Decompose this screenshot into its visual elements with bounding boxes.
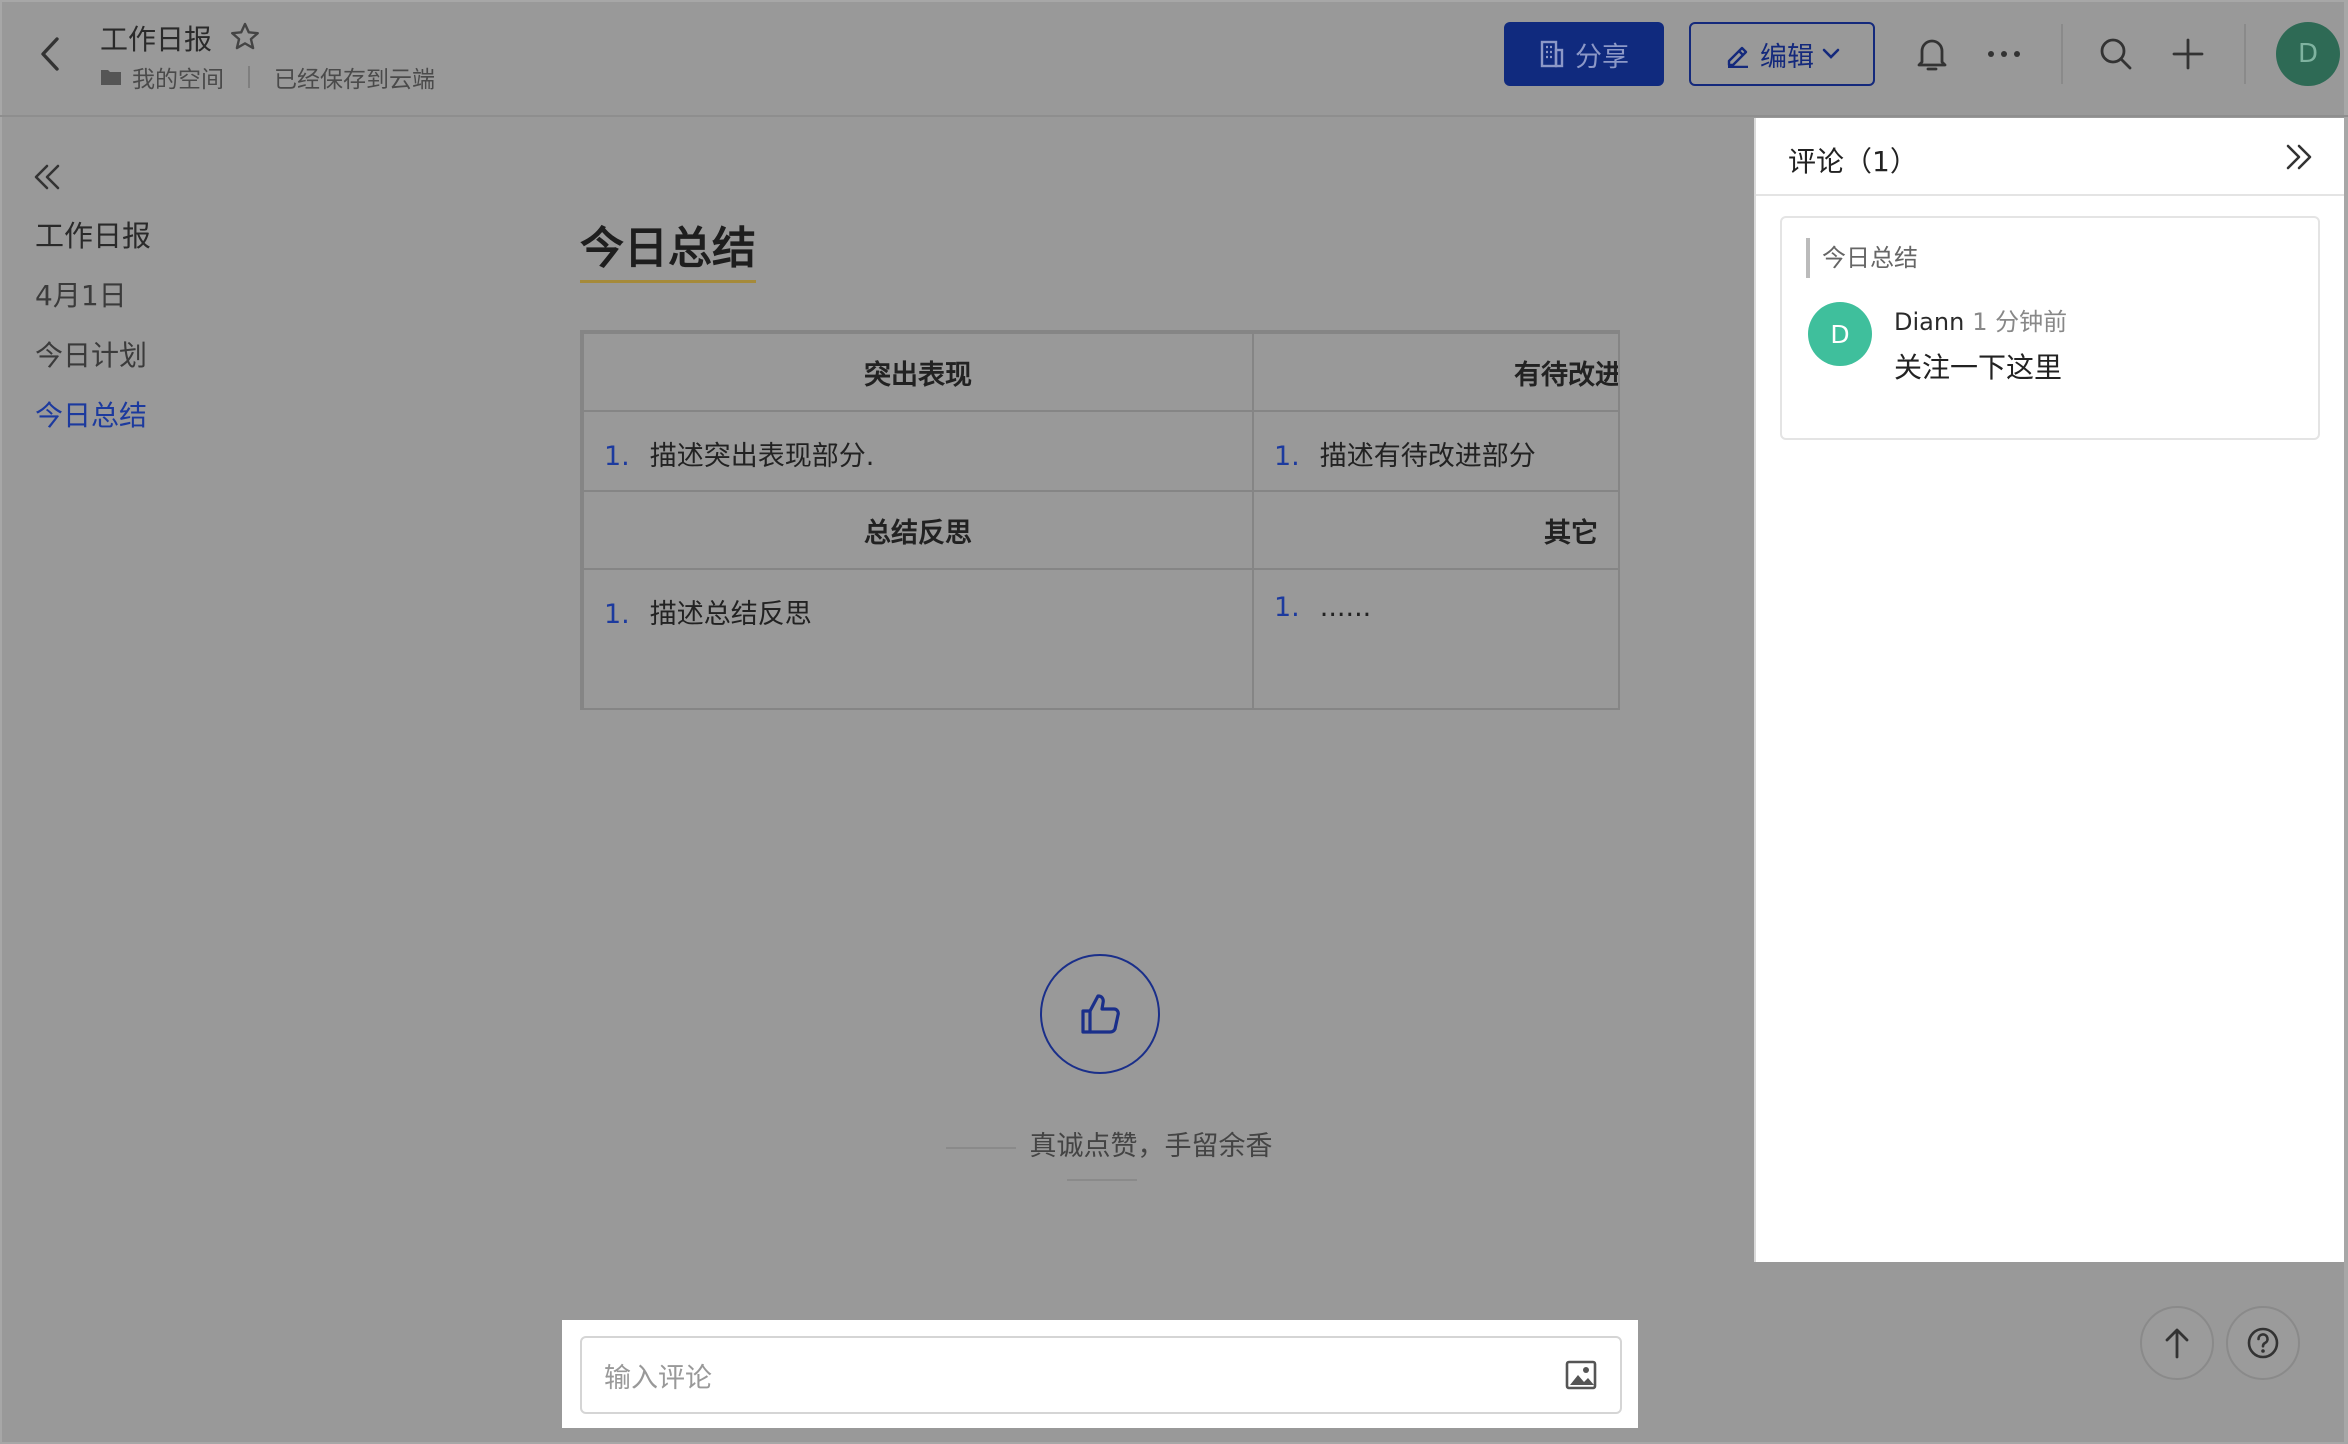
share-label: 分享 <box>1575 41 1629 73</box>
search-icon <box>2100 38 2132 70</box>
table-cell[interactable]: 1. 描述突出表现部分. <box>582 410 1254 492</box>
building-icon <box>1540 40 1564 68</box>
crumb-separator <box>248 66 250 88</box>
help-button[interactable] <box>2226 1306 2300 1380</box>
table-cell[interactable]: 1. 描述有待改进部分 <box>1252 410 1618 492</box>
toolbar-separator <box>2061 24 2063 84</box>
comment-text: 关注一下这里 <box>1894 351 2063 384</box>
collapse-comments-button[interactable] <box>2282 140 2316 174</box>
scroll-top-button[interactable] <box>2140 1306 2214 1380</box>
table-header-cell[interactable]: 其它 <box>1252 490 1618 570</box>
like-caption: 真诚点赞，手留余香 <box>890 1124 1314 1194</box>
comment-bar: 输入评论 <box>562 1320 1638 1428</box>
comment-avatar: D <box>1808 302 1872 366</box>
edit-button[interactable]: 编辑 <box>1689 22 1875 86</box>
notification-button[interactable] <box>1910 32 1954 76</box>
breadcrumb: 我的空间 已经保存到云端 <box>100 60 435 94</box>
section-heading: 今日总结 <box>580 212 756 283</box>
edit-label: 编辑 <box>1760 41 1814 73</box>
comments-panel: 评论（1） 今日总结 D Diann 1 分钟前 关注一下这里 <box>1754 118 2344 1262</box>
chevron-left-icon <box>41 37 59 71</box>
double-chevron-left-icon <box>34 164 60 190</box>
folder-icon <box>101 70 121 85</box>
star-icon <box>231 22 259 50</box>
comment-time: 1 分钟前 <box>1972 308 2068 336</box>
table-header-cell[interactable]: 突出表现 <box>582 332 1254 412</box>
share-button[interactable]: 分享 <box>1504 22 1664 86</box>
like-button[interactable] <box>1040 954 1160 1074</box>
crumb-space-link[interactable]: 我的空间 <box>132 60 224 94</box>
comments-title: 评论（1） <box>1788 145 1918 178</box>
divider <box>1067 1178 1137 1181</box>
plus-icon <box>2172 38 2204 70</box>
table-cell[interactable]: 1....... <box>1252 568 1618 708</box>
search-button[interactable] <box>2094 32 2138 76</box>
comment-card[interactable]: 今日总结 D Diann 1 分钟前 关注一下这里 <box>1780 216 2320 440</box>
back-button[interactable] <box>30 32 70 76</box>
outline-item[interactable]: 今日计划 <box>35 334 151 394</box>
arrow-up-icon <box>2165 1328 2189 1359</box>
document-outline: 工作日报 4月1日 今日计划 今日总结 <box>35 214 151 454</box>
question-icon <box>2247 1327 2279 1359</box>
more-button[interactable] <box>1982 32 2026 76</box>
comment-quote: 今日总结 <box>1806 238 1918 278</box>
comment-input[interactable]: 输入评论 <box>580 1336 1622 1414</box>
top-bar: 工作日报 我的空间 已经保存到云端 分享 编辑 D <box>0 0 2348 117</box>
favorite-button[interactable] <box>228 20 262 54</box>
chevron-down-icon <box>1822 48 1840 59</box>
comment-meta: Diann 1 分钟前 <box>1894 302 2067 337</box>
divider <box>945 1146 1016 1149</box>
table-cell[interactable]: 1. 描述总结反思 <box>582 568 1254 708</box>
thumbs-up-icon <box>1081 994 1120 1034</box>
comments-panel-header: 评论（1） <box>1756 118 2344 196</box>
outline-item-active[interactable]: 今日总结 <box>35 394 151 454</box>
comment-placeholder: 输入评论 <box>604 1362 712 1394</box>
toolbar-separator <box>2244 24 2246 84</box>
user-avatar[interactable]: D <box>2276 22 2340 86</box>
add-button[interactable] <box>2166 32 2210 76</box>
more-icon <box>1988 51 2020 57</box>
table-header-cell[interactable]: 有待改进 <box>1252 332 1618 412</box>
table-header-cell[interactable]: 总结反思 <box>582 490 1254 570</box>
image-icon[interactable] <box>1564 1358 1598 1392</box>
outline-item[interactable]: 工作日报 <box>35 214 151 274</box>
pencil-icon <box>1727 46 1748 68</box>
comment-author: Diann <box>1894 308 1965 336</box>
double-chevron-right-icon <box>2286 144 2312 170</box>
summary-table: 突出表现 有待改进 1. 描述突出表现部分. 1. 描述有待改进部分 总结反思 其它… <box>580 330 1620 710</box>
save-status: 已经保存到云端 <box>274 67 435 93</box>
outline-item[interactable]: 4月1日 <box>35 274 151 334</box>
doc-title: 工作日报 <box>100 23 213 56</box>
collapse-outline-button[interactable] <box>30 160 64 194</box>
bell-icon <box>1917 39 1947 71</box>
